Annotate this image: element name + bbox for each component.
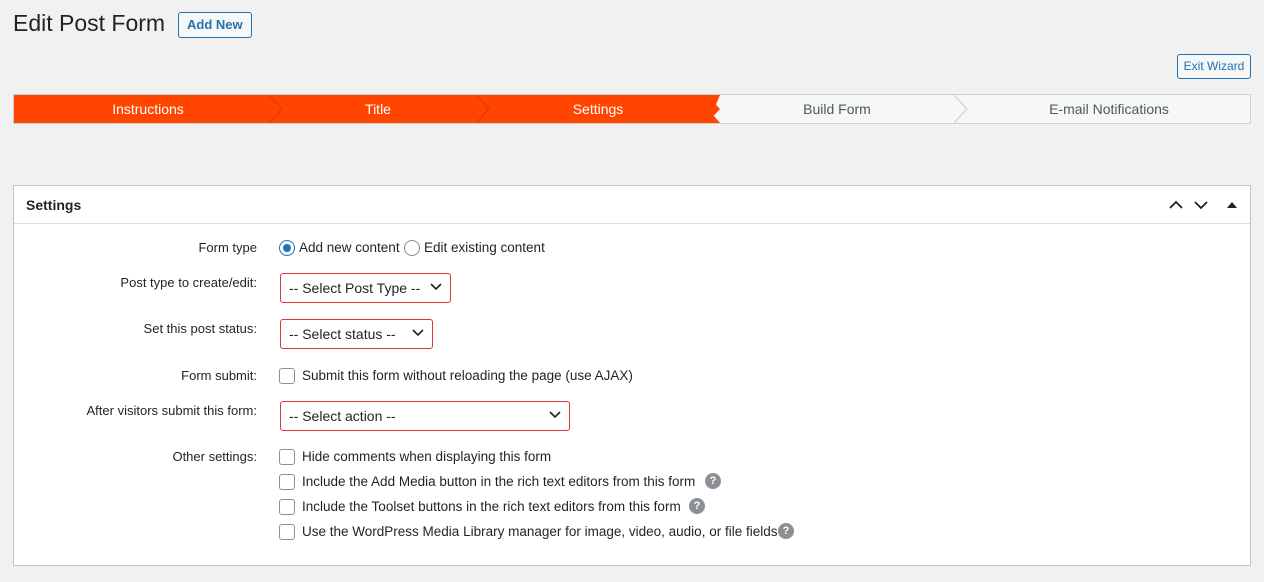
radio-add-new-content[interactable]: [279, 240, 295, 256]
exit-wizard-button[interactable]: Exit Wizard: [1177, 54, 1251, 79]
wizard-step-title[interactable]: Title: [282, 95, 474, 123]
other-settings-label: Other settings:: [172, 449, 257, 464]
hide-comments-checkbox[interactable]: [279, 449, 295, 465]
add-media-checkbox[interactable]: [279, 474, 295, 490]
toolset-buttons-checkbox[interactable]: [279, 499, 295, 515]
help-icon[interactable]: ?: [689, 498, 705, 514]
postbox-title: Settings: [26, 197, 82, 213]
media-library-checkbox-label: Use the WordPress Media Library manager …: [302, 524, 778, 539]
page-title: Edit Post Form: [13, 10, 166, 36]
after-submit-select-value: -- Select action --: [289, 408, 396, 424]
ajax-submit-checkbox-label: Submit this form without reloading the p…: [302, 368, 633, 383]
help-icon[interactable]: ?: [778, 523, 794, 539]
after-submit-select[interactable]: -- Select action --: [280, 401, 570, 431]
media-library-checkbox[interactable]: [279, 524, 295, 540]
help-icon[interactable]: ?: [705, 473, 721, 489]
post-type-label: Post type to create/edit:: [120, 275, 257, 290]
ajax-submit-checkbox[interactable]: [279, 368, 295, 384]
add-media-checkbox-label: Include the Add Media button in the rich…: [302, 474, 696, 489]
wizard-progress: Instructions Title Settings Build Form E…: [13, 94, 1251, 124]
toolset-buttons-checkbox-label: Include the Toolset buttons in the rich …: [302, 499, 681, 514]
form-type-label: Form type: [198, 240, 257, 255]
chevron-down-icon: [549, 411, 561, 419]
postbox-header: Settings: [14, 186, 1250, 224]
wizard-step-email-notifications[interactable]: E-mail Notifications: [967, 95, 1251, 123]
move-down-icon[interactable]: [1191, 195, 1211, 215]
chevron-down-icon: [412, 329, 424, 337]
post-type-select[interactable]: -- Select Post Type --: [280, 273, 451, 303]
after-submit-label: After visitors submit this form:: [86, 403, 257, 418]
chevron-down-icon: [430, 283, 442, 291]
wizard-step-build-form[interactable]: Build Form: [720, 95, 954, 123]
settings-postbox: Settings Form type Add new content Edit …: [13, 185, 1251, 566]
move-up-icon[interactable]: [1166, 195, 1186, 215]
wizard-step-settings[interactable]: Settings: [489, 95, 707, 123]
post-type-select-value: -- Select Post Type --: [289, 280, 421, 296]
hide-comments-checkbox-label: Hide comments when displaying this form: [302, 449, 552, 464]
radio-edit-existing-content[interactable]: [404, 240, 420, 256]
post-status-select-value: -- Select status --: [289, 326, 396, 342]
add-new-button[interactable]: Add New: [178, 12, 252, 38]
radio-add-new-content-label: Add new content: [299, 240, 400, 255]
post-status-label: Set this post status:: [143, 321, 257, 336]
wizard-step-instructions[interactable]: Instructions: [14, 95, 282, 123]
form-submit-label: Form submit:: [181, 368, 257, 383]
collapse-toggle-icon[interactable]: [1222, 195, 1242, 215]
radio-edit-existing-content-label: Edit existing content: [424, 240, 545, 255]
post-status-select[interactable]: -- Select status --: [280, 319, 433, 349]
